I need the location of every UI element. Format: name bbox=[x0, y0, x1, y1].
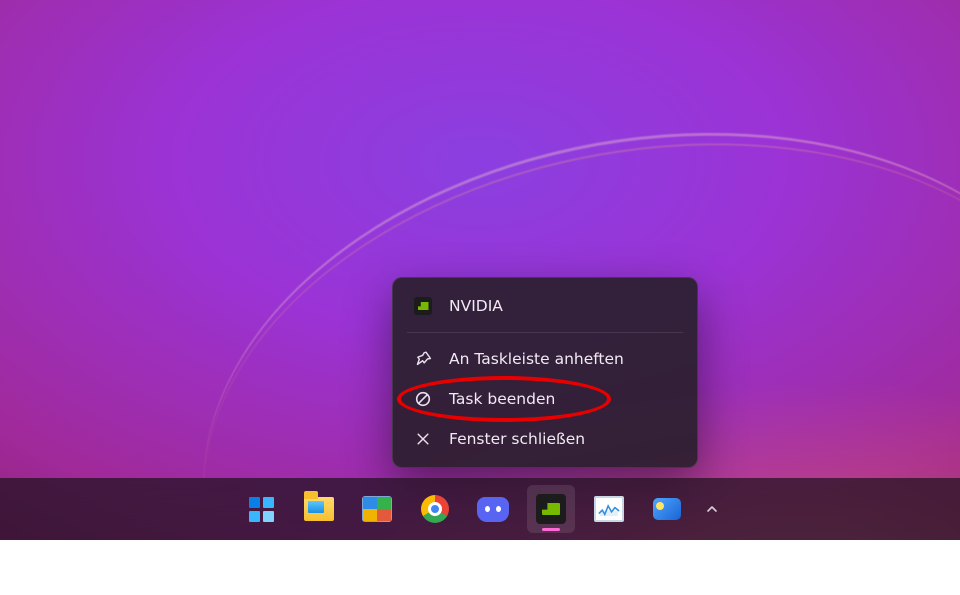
taskbar-widgets[interactable] bbox=[643, 485, 691, 533]
taskbar bbox=[0, 478, 960, 540]
context-menu-separator bbox=[407, 332, 683, 333]
close-icon bbox=[413, 429, 433, 449]
prohibit-icon bbox=[413, 389, 433, 409]
context-menu-app-label: NVIDIA bbox=[449, 297, 677, 315]
pin-icon bbox=[413, 349, 433, 369]
context-menu-pin-label: An Taskleiste anheften bbox=[449, 350, 677, 368]
context-menu-end-task-label: Task beenden bbox=[449, 390, 677, 408]
taskbar-nvidia[interactable] bbox=[527, 485, 575, 533]
nvidia-icon bbox=[536, 494, 566, 524]
taskbar-context-menu: NVIDIA An Taskleiste anheften Task beend… bbox=[392, 277, 698, 468]
windows-logo-icon bbox=[249, 497, 274, 522]
weather-widget-icon bbox=[653, 498, 681, 520]
taskbar-control-panel[interactable] bbox=[353, 485, 401, 533]
taskbar-start-button[interactable] bbox=[237, 485, 285, 533]
context-menu-end-task[interactable]: Task beenden bbox=[399, 379, 691, 419]
folder-icon bbox=[304, 497, 334, 521]
taskbar-task-manager[interactable] bbox=[585, 485, 633, 533]
context-menu-close-window[interactable]: Fenster schließen bbox=[399, 419, 691, 459]
task-manager-icon bbox=[594, 496, 624, 522]
discord-icon bbox=[477, 497, 509, 522]
context-menu-app-header[interactable]: NVIDIA bbox=[399, 286, 691, 326]
chrome-icon bbox=[421, 495, 449, 523]
nvidia-icon bbox=[413, 296, 433, 316]
context-menu-pin[interactable]: An Taskleiste anheften bbox=[399, 339, 691, 379]
taskbar-show-hidden-icons[interactable] bbox=[701, 485, 723, 533]
taskbar-file-explorer[interactable] bbox=[295, 485, 343, 533]
taskbar-discord[interactable] bbox=[469, 485, 517, 533]
context-menu-close-window-label: Fenster schließen bbox=[449, 430, 677, 448]
control-panel-icon bbox=[362, 496, 392, 522]
taskbar-chrome[interactable] bbox=[411, 485, 459, 533]
